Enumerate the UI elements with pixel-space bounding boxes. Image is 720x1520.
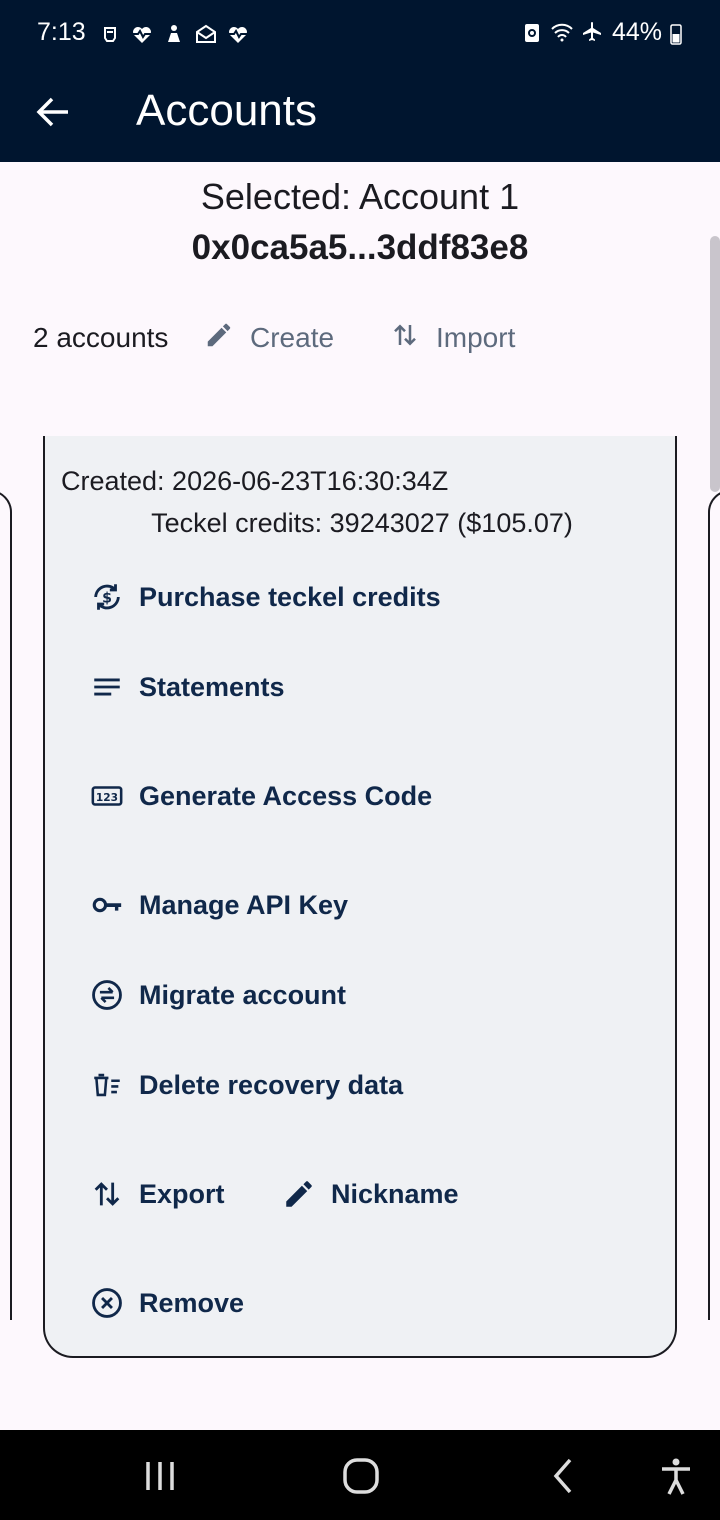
- created-timestamp: Created: 2026-06-23T16:30:34Z: [61, 466, 449, 496]
- menu-item-label: Migrate account: [139, 979, 347, 1010]
- status-time: 7:13: [37, 18, 86, 46]
- system-nav-bar: [0, 1430, 720, 1520]
- svg-text:123: 123: [96, 791, 118, 804]
- battery-icon: [668, 22, 684, 46]
- status-bar: 7:13 44%: [0, 0, 720, 68]
- swap-circle-icon: [89, 977, 125, 1013]
- previous-account-card[interactable]: [0, 490, 12, 1320]
- page-title: Accounts: [136, 86, 317, 135]
- pencil-icon: [204, 320, 234, 357]
- airplane-icon: [580, 20, 604, 44]
- app-bar: Accounts: [0, 68, 720, 162]
- delete-recovery-data-button[interactable]: Delete recovery data: [89, 1060, 403, 1110]
- next-account-card[interactable]: [708, 490, 720, 1320]
- currency-exchange-icon: $: [89, 579, 125, 615]
- import-export-icon: [390, 320, 420, 357]
- back-icon[interactable]: [542, 1454, 586, 1498]
- menu-item-label: Remove: [139, 1287, 245, 1318]
- menu-item-label: Manage API Key: [139, 889, 349, 920]
- arrow-left-icon[interactable]: [30, 88, 78, 136]
- import-export-icon: [89, 1176, 125, 1212]
- selected-account-label: Selected: Account 1: [200, 176, 520, 217]
- import-button[interactable]: Import: [390, 312, 515, 364]
- heart-pulse-icon: [226, 22, 250, 46]
- svg-text:$: $: [102, 591, 112, 607]
- generate-access-code-button[interactable]: 123 Generate Access Code: [89, 771, 432, 821]
- heart-pulse-icon: [130, 22, 154, 46]
- accessibility-icon[interactable]: [654, 1454, 698, 1498]
- manage-api-key-button[interactable]: Manage API Key: [89, 880, 348, 930]
- pencil-icon: [281, 1176, 317, 1212]
- key-icon: [89, 887, 125, 923]
- cancel-circle-icon: [89, 1285, 125, 1321]
- create-button-label: Create: [250, 322, 335, 353]
- create-button[interactable]: Create: [204, 312, 334, 364]
- menu-item-label: Purchase teckel credits: [139, 581, 441, 612]
- battery-percent: 44%: [612, 18, 663, 46]
- accounts-count: 2 accounts: [33, 322, 169, 353]
- migrate-account-button[interactable]: Migrate account: [89, 970, 346, 1020]
- recent-apps-icon[interactable]: [138, 1454, 182, 1498]
- statements-button[interactable]: Statements: [89, 662, 285, 712]
- account-actions-row: 2 accounts Create Import: [0, 312, 720, 364]
- system-icons: [520, 20, 604, 44]
- figure-icon: [162, 22, 186, 46]
- notes-icon: [89, 669, 125, 705]
- export-button[interactable]: Export: [89, 1169, 225, 1219]
- scrollbar[interactable]: [710, 236, 720, 492]
- battery-saver-icon: [520, 20, 544, 44]
- menu-item-label: Delete recovery data: [139, 1069, 404, 1100]
- bell-icon: [98, 22, 122, 46]
- menu-item-label: Generate Access Code: [139, 780, 433, 811]
- menu-item-label: Export: [139, 1178, 225, 1209]
- nickname-button[interactable]: Nickname: [281, 1169, 459, 1219]
- wifi-icon: [550, 20, 574, 44]
- account-card: Created: 2026-06-23T16:30:34Z Teckel cre…: [43, 436, 677, 1358]
- import-button-label: Import: [436, 322, 516, 353]
- pin-123-icon: 123: [89, 778, 125, 814]
- teckel-credits: Teckel credits: 39243027 ($105.07): [151, 508, 573, 538]
- delete-sweep-icon: [89, 1067, 125, 1103]
- menu-item-label: Nickname: [331, 1178, 459, 1209]
- notification-icons: [98, 22, 250, 46]
- purchase-credits-button[interactable]: $ Purchase teckel credits: [89, 572, 441, 622]
- home-icon[interactable]: [339, 1454, 383, 1498]
- mail-open-icon: [194, 22, 218, 46]
- remove-button[interactable]: Remove: [89, 1278, 244, 1328]
- selected-account-address: 0x0ca5a5...3ddf83e8: [191, 228, 529, 267]
- menu-item-label: Statements: [139, 671, 285, 702]
